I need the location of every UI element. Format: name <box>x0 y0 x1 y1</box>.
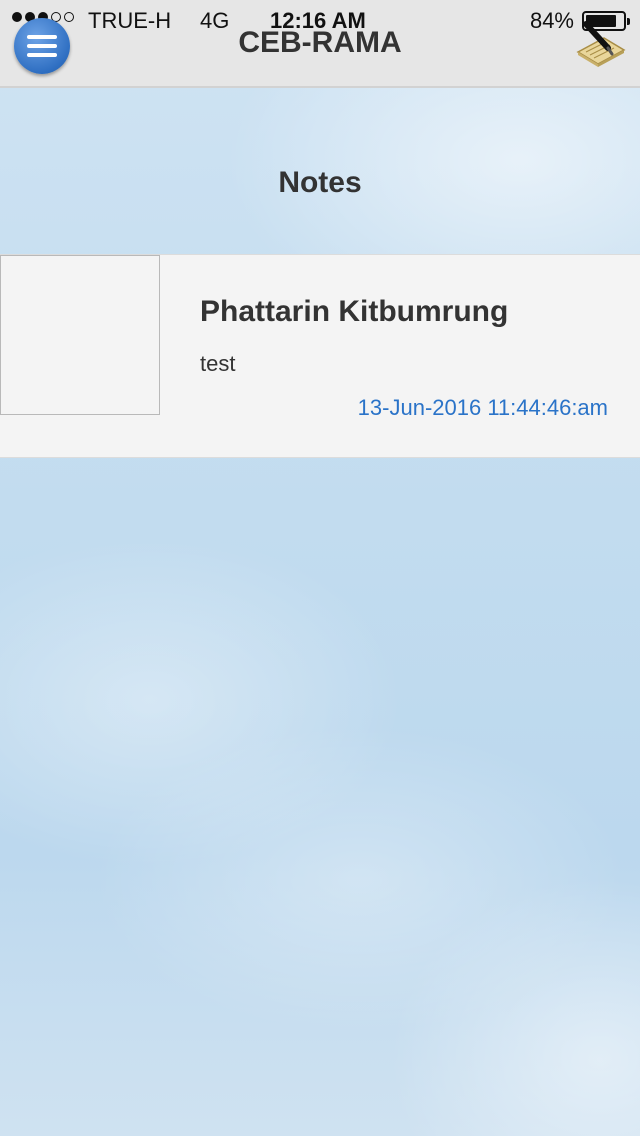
note-body: test <box>200 351 236 376</box>
section-title: Notes <box>278 166 362 199</box>
note-pencil-icon <box>576 21 626 67</box>
compose-note-button[interactable] <box>572 14 628 70</box>
top-bar: TRUE-H 4G 12:16 AM 84% CEB-RAMA <box>0 0 640 88</box>
note-author: Phattarin Kitbumrung <box>200 295 509 328</box>
note-thumbnail <box>0 255 160 415</box>
signal-dot <box>64 12 74 22</box>
signal-dot <box>12 12 22 22</box>
note-timestamp: 13-Jun-2016 11:44:46:am <box>357 395 608 420</box>
app-title: CEB-RAMA <box>238 26 402 59</box>
note-list-item[interactable]: Phattarin Kitbumrung test 13-Jun-2016 11… <box>0 254 640 458</box>
